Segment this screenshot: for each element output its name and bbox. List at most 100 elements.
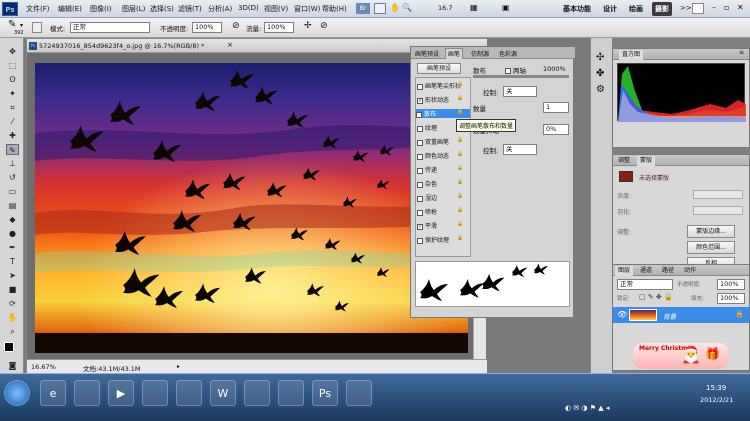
mask-edge-button[interactable]: 蒙版边缘... — [687, 225, 735, 238]
lasso-tool-icon[interactable]: ʘ — [6, 74, 19, 85]
brush-option-11[interactable]: 保护纹理 — [417, 235, 449, 244]
visibility-eye-icon[interactable]: 👁 — [617, 310, 627, 319]
lock-icons[interactable]: ▢ ✎ ✥ 🔒 — [639, 293, 673, 301]
brush-option-lock-icon[interactable]: 🔒 — [457, 109, 463, 115]
brush-option-9[interactable]: 喷枪 — [417, 207, 437, 216]
scatter-slider[interactable] — [473, 75, 569, 78]
layer-opacity-field[interactable]: 100% — [717, 279, 745, 290]
quick-mask-icon[interactable]: ◙ — [6, 360, 19, 371]
pen-tool-icon[interactable]: ✒ — [6, 242, 19, 253]
bridge-icon[interactable]: Br — [356, 3, 370, 14]
feather-field[interactable] — [693, 206, 743, 215]
tab-masks[interactable]: 蒙版 — [637, 156, 656, 166]
brush-option-7[interactable]: 杂色 — [417, 179, 437, 188]
tab-layers[interactable]: 图层 — [615, 266, 634, 276]
brush-option-lock-icon[interactable]: 🔒 — [457, 221, 463, 227]
ie-icon[interactable]: e — [40, 380, 66, 406]
move-tool-icon[interactable]: ✥ — [6, 46, 19, 57]
density-field[interactable] — [693, 190, 743, 199]
close-icon[interactable]: ✕ — [737, 3, 744, 12]
brush-presets-button[interactable]: 画笔预设 — [417, 63, 461, 74]
tab-brush[interactable]: 画笔 — [445, 48, 464, 59]
workspace-basic[interactable]: 基本功能 — [560, 2, 594, 16]
color-range-button[interactable]: 颜色范围... — [687, 241, 735, 254]
brush-option-5[interactable]: 颜色动态 — [417, 151, 449, 160]
brush-option-checkbox[interactable] — [417, 153, 423, 160]
windows-icon[interactable] — [4, 380, 30, 406]
brush-option-checkbox[interactable] — [417, 209, 423, 216]
panel-menu-icon[interactable]: ≡ — [739, 49, 744, 56]
chevron-down-icon[interactable]: ▾ — [20, 22, 23, 29]
brush-option-checkbox[interactable] — [417, 125, 423, 132]
brush-option-1[interactable]: ✓ 形状动态 — [417, 95, 449, 104]
brush-tool-icon[interactable]: ✎ — [8, 19, 16, 30]
brush-tool-selected-icon[interactable]: ✎ — [6, 144, 19, 155]
menu-select[interactable]: 选择(S) — [150, 4, 174, 14]
qq-icon[interactable] — [278, 380, 304, 406]
clock-date[interactable]: 2012/2/21 — [700, 396, 733, 404]
shape-tool-icon[interactable]: ■ — [6, 284, 19, 295]
mode-select[interactable]: 正常 — [70, 22, 150, 33]
brush-panel-icon[interactable]: ✤ — [596, 68, 604, 79]
chrome-icon[interactable] — [176, 380, 202, 406]
brush-option-10[interactable]: ✓ 平滑 — [417, 221, 437, 230]
paint-icon[interactable] — [244, 380, 270, 406]
blend-mode-select[interactable]: 正常 — [617, 279, 673, 290]
brush-option-4[interactable]: 双重画笔 — [417, 137, 449, 146]
brush-option-checkbox[interactable] — [417, 195, 423, 202]
brush-option-6[interactable]: 传递 — [417, 165, 437, 174]
scatter-value[interactable]: 1000% — [543, 65, 566, 73]
history-brush-icon[interactable]: ↺ — [6, 172, 19, 183]
clone-source-icon[interactable]: ⚙ — [596, 84, 605, 95]
workspace-photo[interactable]: 摄影 — [652, 2, 672, 16]
doc-close-icon[interactable]: × — [227, 41, 233, 49]
brush-panel-toggle-icon[interactable] — [32, 22, 42, 33]
restore-icon[interactable]: ▫ — [724, 3, 729, 12]
brush-option-checkbox[interactable]: ✓ — [416, 111, 422, 118]
tab-histogram[interactable]: 直方图 — [619, 50, 644, 60]
pressure-opacity-icon[interactable]: ⊘ — [232, 21, 240, 31]
mini-bridge-icon[interactable] — [374, 3, 386, 14]
menu-file[interactable]: 文件(F) — [26, 4, 50, 14]
menu-filter[interactable]: 滤镜(T) — [178, 4, 202, 14]
tab-actions[interactable]: 动作 — [681, 266, 699, 276]
brush-option-checkbox[interactable] — [417, 181, 423, 188]
3d-rotate-icon[interactable]: ⟳ — [6, 298, 19, 309]
workspace-design[interactable]: 设计 — [600, 2, 620, 16]
tab-adjustments[interactable]: 调整 — [615, 156, 633, 166]
flow-field[interactable]: 100% — [264, 22, 294, 33]
menu-window[interactable]: 窗口(W) — [294, 4, 320, 14]
brush-option-checkbox[interactable] — [417, 139, 423, 146]
quick-select-icon[interactable]: ✦ — [6, 88, 19, 99]
healing-tool-icon[interactable]: ✚ — [6, 130, 19, 141]
hand-view-icon[interactable]: ✋ — [390, 3, 400, 12]
pressure-size-icon[interactable]: ⊘ — [320, 21, 328, 31]
hand-tool-icon[interactable]: ✋ — [6, 312, 19, 323]
menu-3d[interactable]: 3D(D) — [238, 4, 259, 12]
brush-option-checkbox[interactable]: ✓ — [417, 223, 423, 230]
both-axes-checkbox[interactable]: 两轴 — [505, 65, 526, 75]
zoom-readout[interactable]: 16.67% — [31, 363, 56, 371]
crop-tool-icon[interactable]: ⌗ — [6, 102, 19, 113]
gradient-tool-icon[interactable]: ▤ — [6, 200, 19, 211]
count-jitter-value[interactable]: 0% — [543, 124, 569, 135]
blur-tool-icon[interactable]: ◆ — [6, 214, 19, 225]
path-select-icon[interactable]: ➤ — [6, 270, 19, 281]
workspace-overflow[interactable]: >> — [680, 4, 692, 12]
brush-option-lock-icon[interactable]: 🔒 — [457, 151, 463, 157]
eraser-tool-icon[interactable]: ▭ — [6, 186, 19, 197]
brush-option-lock-icon[interactable]: 🔒 — [457, 81, 463, 87]
menu-image[interactable]: 图像(I) — [90, 4, 112, 14]
opacity-field[interactable]: 100% — [192, 22, 222, 33]
brush-option-3[interactable]: 纹理 — [417, 123, 437, 132]
clock-time[interactable]: 15:39 — [706, 384, 726, 392]
tool-icon[interactable] — [346, 380, 372, 406]
eyedropper-tool-icon[interactable]: ⁄ — [6, 116, 19, 127]
menu-layer[interactable]: 图层(L) — [122, 4, 145, 14]
zoom-tool-icon[interactable]: ⌕ — [6, 326, 19, 337]
type-tool-icon[interactable]: T — [6, 256, 19, 267]
foreground-color-swatch[interactable] — [4, 342, 14, 352]
brush-option-checkbox[interactable] — [417, 83, 423, 90]
tab-color-source[interactable]: 色彩源 — [497, 49, 519, 58]
brush-option-0[interactable]: 画笔笔尖形状 — [417, 81, 461, 90]
